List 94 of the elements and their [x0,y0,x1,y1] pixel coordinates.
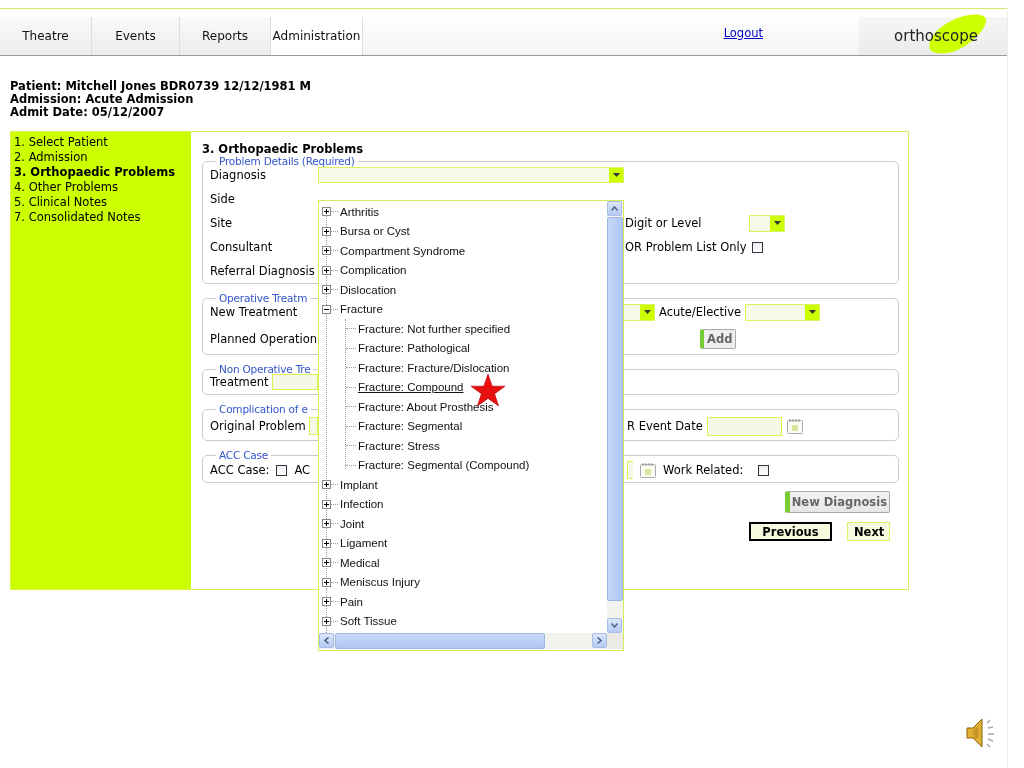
add-button[interactable]: Add [700,329,737,349]
field-label: Consultant [210,240,273,254]
dropdown-arrow-icon [808,310,816,314]
expand-icon[interactable] [322,285,331,295]
field-label: New Treatment [210,305,298,319]
expand-icon[interactable] [322,577,331,587]
calendar-icon[interactable] [785,417,804,435]
tree-item[interactable]: Fracture: Compound [358,381,464,394]
tree-item[interactable]: Fracture: Stress [358,439,440,452]
expand-icon[interactable] [322,597,331,607]
vertical-scrollbar[interactable] [607,201,623,633]
expand-icon[interactable] [322,558,331,568]
group-legend: Operative Treatm [216,292,311,304]
field-label: Planned Operation [210,332,317,346]
tree-item[interactable]: Fracture: Not further specified [358,322,511,335]
next-button[interactable]: Next [847,522,890,541]
calendar-icon[interactable] [639,461,657,479]
tree-item[interactable]: Infection [340,498,384,511]
expand-icon[interactable] [322,246,331,256]
wizard-step[interactable]: 5. Clinical Notes [14,195,107,210]
checkbox[interactable] [276,464,288,476]
logout-link[interactable]: Logout [723,26,763,40]
checkbox[interactable] [752,241,764,253]
tree-item[interactable]: Fracture [340,303,383,316]
collapse-icon[interactable] [322,304,331,314]
tree-item[interactable]: Implant [340,478,378,491]
field-label: Side [210,192,235,206]
new-diagnosis-button[interactable]: New Diagnosis [784,491,890,513]
tree-item[interactable]: Fracture: About Prosthesis [358,400,494,413]
field-label: Diagnosis [210,168,266,182]
wizard-step[interactable]: 2. Admission [14,150,88,165]
dropdown-arrow-icon [643,310,651,314]
expand-icon[interactable] [322,519,331,529]
expand-icon[interactable] [322,207,331,217]
treatment-dropdown[interactable] [623,303,655,321]
tree-item[interactable]: Meniscus Injury [340,576,420,589]
digit-level-dropdown[interactable] [749,214,785,232]
date-field[interactable] [627,461,633,479]
nav-tab[interactable]: Theatre [0,17,92,55]
field-label: Digit or Level [625,216,703,230]
field-label: Acute/Elective [659,305,742,319]
date-field[interactable] [706,416,782,436]
wizard-step[interactable]: 1. Select Patient [14,135,108,150]
wizard-step[interactable]: 3. Orthopaedic Problems [14,165,175,180]
nav-tab[interactable]: Administration [271,17,363,55]
previous-button[interactable]: Previous [749,522,832,541]
wizard-step[interactable]: 7. Consolidated Notes [14,210,141,225]
expand-icon[interactable] [322,265,331,275]
section-title: 3. Orthopaedic Problems [202,142,363,155]
field-label: ACC Case: [210,463,270,477]
tree-item[interactable]: Pain [340,595,364,608]
group-legend: Complication of e [216,403,311,415]
dropdown-arrow-icon [773,221,781,225]
expand-icon[interactable] [322,538,331,548]
tree-item[interactable]: Fracture: Fracture/Dislocation [358,361,510,374]
dropdown-arrow-icon [612,173,620,177]
tree-item[interactable]: Fracture: Segmental [358,420,463,433]
expand-icon[interactable] [322,480,331,490]
expand-icon[interactable] [322,616,331,626]
group-legend: ACC Case [216,449,272,461]
field-label: Original Problem [210,419,306,433]
wizard-step[interactable]: 4. Other Problems [14,180,118,195]
tree-item[interactable]: Medical [340,556,380,569]
expand-icon[interactable] [322,226,331,236]
patient-info-line: Admit Date: 05/12/2007 [10,106,165,119]
horizontal-scrollbar[interactable] [319,633,607,649]
tree-item[interactable]: Bursa or Cyst [340,225,410,238]
tree-item[interactable]: Ligament [340,537,388,550]
field-label: Site [210,216,233,230]
tree-item[interactable]: Compartment Syndrome [340,244,466,257]
patient-info-line: Patient: Mitchell Jones BDR0739 12/12/1981 M [10,80,312,93]
field-label: Work Related: [663,463,744,477]
group-legend: Problem Details (Required) [216,155,358,167]
tree-item[interactable]: Joint [340,517,365,530]
original-problem-field[interactable] [308,417,318,435]
nav-tab[interactable]: Events [92,17,180,55]
group-legend: Non Operative Tre [216,363,314,375]
patient-info-line: Admission: Acute Admission [10,93,194,106]
field-label: AC [294,463,311,477]
tree-item[interactable]: Fracture: Pathological [358,342,470,355]
tree-item[interactable]: Dislocation [340,283,397,296]
tree-item[interactable]: Complication [340,264,407,277]
tree-item[interactable]: Arthritis [340,205,379,218]
field-label: OR Problem List Only [625,240,747,254]
tree-item[interactable]: Soft Tissue [340,615,397,628]
checkbox[interactable] [758,464,770,476]
field-label: Referral Diagnosis [210,264,315,278]
tree-item[interactable]: Fracture: Segmental (Compound) [358,459,530,472]
nav-tab[interactable]: Reports [180,17,271,55]
scrollbar-corner [607,633,623,649]
field-label: Treatment [210,375,269,389]
expand-icon[interactable] [322,499,331,509]
treatment-field[interactable] [271,374,318,390]
field-label: R Event Date [627,419,703,433]
